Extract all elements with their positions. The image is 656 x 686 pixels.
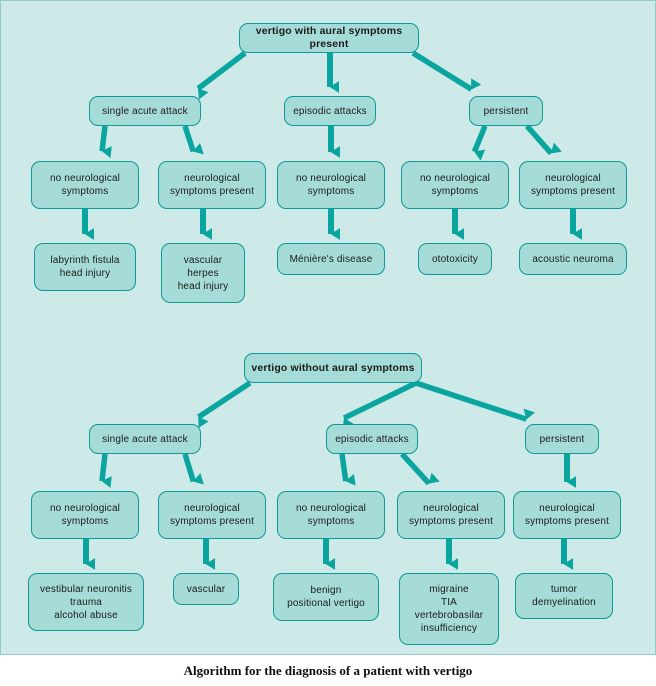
node-2-l4-vestibular-neuronitis-trauma-alcohol-abuse: vestibular neuronitis trauma alcohol abu… (28, 573, 144, 631)
node-2-l4-benign-positional-vertigo: benign positional vertigo (273, 573, 379, 621)
node-1-l4-acoustic-neuroma: acoustic neuroma (519, 243, 627, 275)
node-2-l2-persistent: persistent (525, 424, 599, 454)
connector-arrow-diagonal (399, 452, 440, 486)
node-1-l4-vascular-herpes-head-injury: vascular herpes head injury (161, 243, 245, 303)
node-1-l4-m-ni-re-s-disease: Ménière's disease (277, 243, 385, 275)
node-2-l3-neurological-symptoms-present: neurological symptoms present (158, 491, 266, 539)
node-1-l4-ototoxicity: ototoxicity (418, 243, 492, 275)
connector-arrow-diagonal (99, 125, 112, 159)
node-1-l4-labyrinth-fistula-head-injury: labyrinth fistula head injury (34, 243, 136, 291)
node-2-l3-no-neurological-symptoms: no neurological symptoms (31, 491, 139, 539)
node-1-l2-single-acute-attack: single acute attack (89, 96, 201, 126)
node-1-l3-neurological-symptoms-present: neurological symptoms present (519, 161, 627, 209)
node-1-l2-persistent: persistent (469, 96, 543, 126)
node-2-l4-migraine-tia-vertebrobasilar-insufficiency: migraine TIA vertebrobasilar insufficien… (399, 573, 499, 645)
connector-arrow-diagonal (182, 125, 204, 155)
node-2-root-vertigo-without-aural-symptoms: vertigo without aural symptoms (244, 353, 422, 383)
node-1-l3-no-neurological-symptoms: no neurological symptoms (277, 161, 385, 209)
connector-arrow-diagonal (415, 380, 536, 422)
algorithm-canvas: vertigo with aural symptoms present singl… (0, 0, 656, 655)
node-1-l3-neurological-symptoms-present: neurological symptoms present (158, 161, 266, 209)
node-2-l4-tumor-demyelination: tumor demyelination (515, 573, 613, 619)
vertical-arrows (82, 53, 583, 570)
connector-arrow-diagonal (342, 380, 418, 429)
figure-caption: Algorithm for the diagnosis of a patient… (0, 655, 656, 686)
node-1-l3-no-neurological-symptoms: no neurological symptoms (401, 161, 509, 209)
node-2-l3-no-neurological-symptoms: no neurological symptoms (277, 491, 385, 539)
node-1-root-vertigo-with-aural-symptoms-present: vertigo with aural symptoms present (239, 23, 419, 53)
connector-arrow-diagonal (411, 50, 482, 92)
node-1-l3-no-neurological-symptoms: no neurological symptoms (31, 161, 139, 209)
node-2-l2-episodic-attacks: episodic attacks (326, 424, 418, 454)
connector-arrow-diagonal (471, 124, 488, 161)
connector-arrow-diagonal (196, 380, 252, 429)
connector-arrow-diagonal (339, 453, 356, 486)
node-1-l2-episodic-attacks: episodic attacks (284, 96, 376, 126)
node-2-l3-neurological-symptoms-present: neurological symptoms present (513, 491, 621, 539)
connector-arrow-diagonal (99, 453, 112, 489)
diagram-page: vertigo with aural symptoms present singl… (0, 0, 656, 686)
connector-arrow-diagonal (524, 124, 562, 156)
node-2-l2-single-acute-attack: single acute attack (89, 424, 201, 454)
connector-arrow-diagonal (196, 50, 247, 100)
connector-arrow-diagonal (182, 453, 204, 485)
node-2-l4-vascular: vascular (173, 573, 239, 605)
node-2-l3-neurological-symptoms-present: neurological symptoms present (397, 491, 505, 539)
